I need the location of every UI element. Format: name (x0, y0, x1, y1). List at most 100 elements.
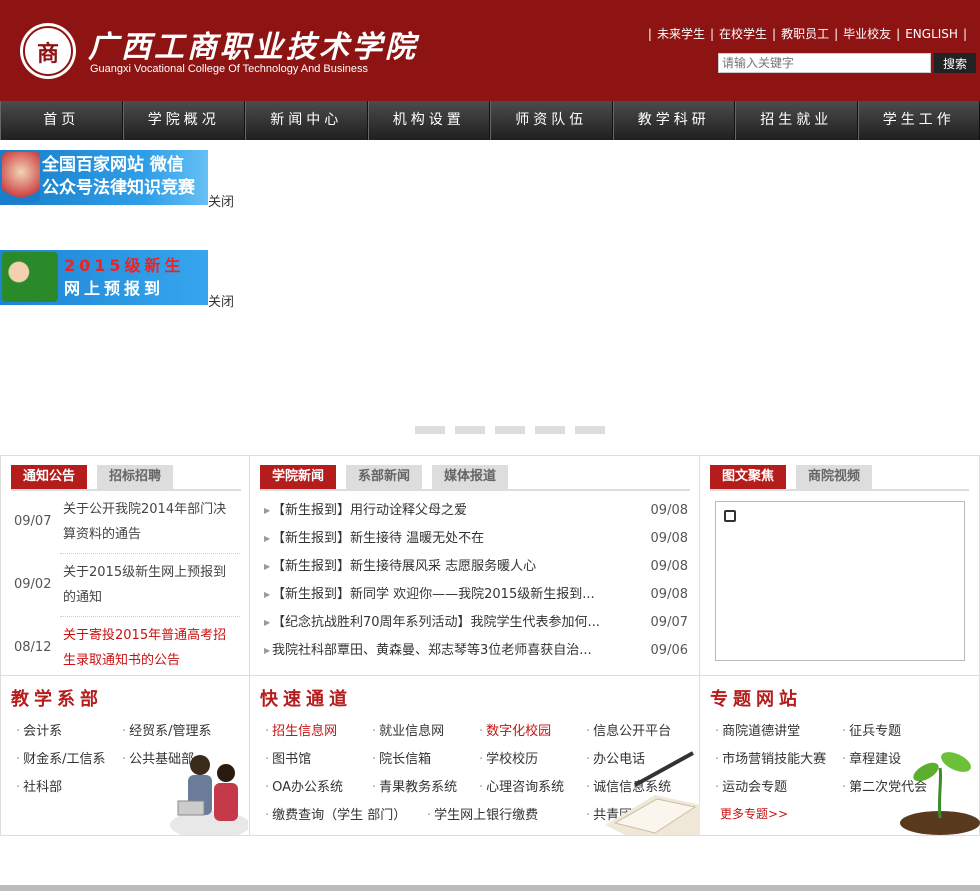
link-school-calendar[interactable]: 学校校历 (479, 748, 538, 767)
top-links: | 未来学生 | 在校学生 | 教职员工 | 毕业校友 | ENGLISH | (643, 25, 972, 42)
notice-item[interactable]: 08/12 关于寄投2015年普通高考招生录取通知书的公告 (10, 623, 240, 673)
tab-underline (11, 489, 241, 491)
nav-student-affairs[interactable]: 学生工作 (857, 101, 980, 140)
banner-line2: 网上预报到 (64, 279, 165, 298)
footer-bar (0, 885, 980, 891)
more-topics-link[interactable]: 更多专题>> (720, 805, 788, 822)
banner-line1: 2015级新生 (64, 256, 185, 275)
news-item[interactable]: ▶ 【新生报到】用行动诠释父母之爱 09/08 (260, 497, 690, 525)
notice-title[interactable]: 关于公开我院2014年部门决算资料的通告 (63, 497, 233, 547)
college-name-cn[interactable]: 广西工商职业技术学院 (88, 22, 418, 66)
topic-enlistment[interactable]: 征兵专题 (842, 720, 901, 739)
link-current-students[interactable]: 在校学生 (719, 27, 767, 41)
news-date: 09/06 (650, 643, 688, 658)
tab-photo-focus[interactable]: 图文聚焦 (710, 465, 787, 489)
notice-title[interactable]: 关于寄投2015年普通高考招生录取通知书的公告 (63, 623, 233, 673)
news-title[interactable]: 【纪念抗战胜利70周年系列活动】我院学生代表参加何... (272, 609, 627, 637)
link-alumni[interactable]: 毕业校友 (843, 27, 891, 41)
news-item[interactable]: ▶ 【新生报到】新生接待 温暖无处不在 09/08 (260, 525, 690, 553)
link-admissions-site[interactable]: 招生信息网 (265, 720, 337, 739)
link-digital-campus[interactable]: 数字化校园 (479, 720, 551, 739)
topic-sports-meet[interactable]: 运动会专题 (715, 776, 787, 795)
news-date: 09/08 (650, 531, 688, 546)
departments-title: 教学系部 (11, 689, 103, 710)
separator: | (834, 27, 839, 41)
topic-marketing-contest[interactable]: 市场营销技能大赛 (715, 748, 826, 767)
college-name-en: Guangxi Vocational College Of Technology… (90, 63, 369, 75)
tab-department-news[interactable]: 系部新闻 (346, 465, 423, 489)
link-english[interactable]: ENGLISH (905, 27, 958, 41)
law-quiz-banner[interactable]: 全国百家网站 微信 公众号法律知识竞赛 (0, 150, 208, 205)
dept-finance-it[interactable]: 财金系/工信系 (16, 748, 105, 767)
slider-dot[interactable] (415, 426, 445, 434)
nav-departments[interactable]: 机构设置 (367, 101, 490, 140)
nav-research[interactable]: 教学科研 (612, 101, 735, 140)
news-item[interactable]: ▶ 我院社科部覃田、黄森曼、郑志琴等3位老师喜获自治... 09/06 (260, 637, 690, 665)
bullet-icon: ▶ (264, 618, 271, 627)
news-title[interactable]: 【新生报到】新生接待展风采 志愿服务暖人心 (272, 553, 627, 581)
slider-pagination (415, 426, 605, 434)
search-input[interactable] (718, 53, 931, 73)
news-date: 09/07 (650, 615, 688, 630)
link-library[interactable]: 图书馆 (265, 748, 311, 767)
link-academic-system[interactable]: 青果教务系统 (372, 776, 457, 795)
search-button[interactable]: 搜索 (934, 53, 976, 73)
news-item[interactable]: ▶ 【新生报到】新同学 欢迎你——我院2015级新生报到... 09/08 (260, 581, 690, 609)
slider-dot[interactable] (575, 426, 605, 434)
link-future-students[interactable]: 未来学生 (657, 27, 705, 41)
link-info-disclosure[interactable]: 信息公开平台 (586, 720, 671, 739)
news-title[interactable]: 【新生报到】新同学 欢迎你——我院2015级新生报到... (272, 581, 627, 609)
banner-figure-image (2, 152, 40, 202)
link-online-payment[interactable]: 学生网上银行缴费 (427, 804, 538, 823)
close-law-quiz-banner[interactable]: 关闭 (208, 191, 234, 210)
dept-accounting[interactable]: 会计系 (16, 720, 62, 739)
link-counseling-system[interactable]: 心理咨询系统 (479, 776, 564, 795)
notice-date: 09/07 (14, 514, 52, 529)
tab-college-news[interactable]: 学院新闻 (260, 465, 337, 489)
notice-item[interactable]: 09/07 关于公开我院2014年部门决算资料的通告 (10, 497, 240, 547)
nav-admissions[interactable]: 招生就业 (735, 101, 858, 140)
close-registration-banner[interactable]: 关闭 (208, 291, 234, 310)
banner-line1: 全国百家网站 微信 (42, 155, 184, 175)
banner-line2: 公众号法律知识竞赛 (42, 178, 195, 198)
news-date: 09/08 (650, 587, 688, 602)
slider-dot[interactable] (495, 426, 525, 434)
college-seal-logo[interactable]: 商 (20, 23, 76, 79)
link-staff[interactable]: 教职员工 (781, 27, 829, 41)
nav-home[interactable]: 首页 (0, 101, 123, 140)
dept-trade-management[interactable]: 经贸系/管理系 (122, 720, 211, 739)
notice-date: 08/12 (14, 640, 52, 655)
topics-title: 专题网站 (710, 689, 802, 710)
tab-notices[interactable]: 通知公告 (11, 465, 88, 489)
news-tabs: 学院新闻 系部新闻 媒体报道 (260, 465, 509, 489)
nav-news[interactable]: 新闻中心 (245, 101, 368, 140)
photo-slideshow[interactable] (715, 501, 965, 661)
separator: | (647, 27, 652, 41)
nav-about[interactable]: 学院概况 (122, 101, 245, 140)
topic-morality-lecture[interactable]: 商院道德讲堂 (715, 720, 800, 739)
notice-title[interactable]: 关于2015级新生网上预报到的通知 (63, 560, 233, 610)
link-employment-site[interactable]: 就业信息网 (372, 720, 444, 739)
dept-social-science[interactable]: 社科部 (16, 776, 62, 795)
slider-dot[interactable] (535, 426, 565, 434)
news-title[interactable]: 【新生报到】新生接待 温暖无处不在 (272, 525, 627, 553)
link-president-mailbox[interactable]: 院长信箱 (372, 748, 431, 767)
news-title[interactable]: 我院社科部覃田、黄森曼、郑志琴等3位老师喜获自治... (272, 637, 627, 665)
notice-date: 09/02 (14, 577, 52, 592)
freshman-registration-banner[interactable]: 2015级新生 网上预报到 (0, 250, 208, 305)
slider-dot[interactable] (455, 426, 485, 434)
news-item[interactable]: ▶ 【新生报到】新生接待展风采 志愿服务暖人心 09/08 (260, 553, 690, 581)
tab-college-video[interactable]: 商院视频 (796, 465, 873, 489)
bullet-icon: ▶ (264, 562, 271, 571)
news-item[interactable]: ▶ 【纪念抗战胜利70周年系列活动】我院学生代表参加何... 09/07 (260, 609, 690, 637)
notice-item[interactable]: 09/02 关于2015级新生网上预报到的通知 (10, 560, 240, 610)
tab-underline (260, 489, 690, 491)
book-pen-illustration (605, 751, 700, 835)
link-fee-query[interactable]: 缴费查询（学生 部门） (265, 804, 406, 823)
tab-media-reports[interactable]: 媒体报道 (432, 465, 509, 489)
news-title[interactable]: 【新生报到】用行动诠释父母之爱 (272, 497, 627, 525)
nav-faculty[interactable]: 师资队伍 (490, 101, 613, 140)
link-oa-system[interactable]: OA办公系统 (265, 776, 343, 795)
tab-tenders[interactable]: 招标招聘 (97, 465, 174, 489)
banner-text: 2015级新生 网上预报到 (64, 254, 185, 300)
